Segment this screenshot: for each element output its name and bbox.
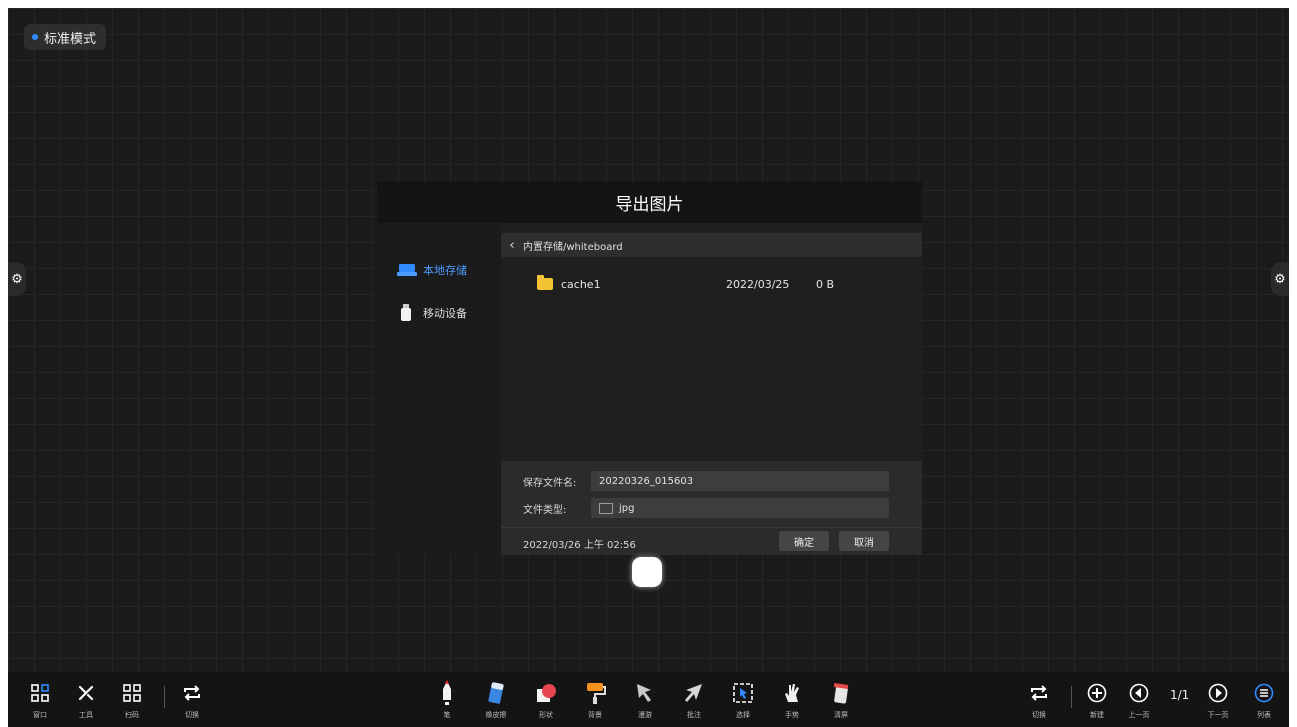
toolbar-label: 选择 [736,711,750,719]
switch-button-left[interactable]: 切换 [172,680,212,720]
toolbar-label: 切换 [1032,711,1046,719]
toolbar-label: 新建 [1090,711,1104,719]
floating-menu-button[interactable] [632,557,662,587]
toolbar-label: 手势 [785,711,799,719]
roam-button[interactable]: 漫游 [625,680,665,720]
toolbar-label: 上一页 [1128,711,1150,719]
file-size: 0 B [816,277,835,291]
switch-icon [182,680,202,706]
annotate-arrow-icon [684,680,704,706]
select-icon [732,680,754,706]
filetype-select[interactable]: jpg [591,498,889,518]
gesture-button[interactable]: 手势 [772,680,812,720]
usb-icon [401,304,411,321]
toolbar-label: 工具 [79,711,93,719]
next-page-icon [1208,680,1228,706]
location-mobile-device[interactable]: 移动设备 [397,302,467,324]
drive-icon [397,264,417,276]
save-options-panel: 保存文件名: 20220326_015603 文件类型: jpg 2022/03… [501,461,922,555]
gear-icon: ⚙ [11,271,23,287]
toolbar-label: 清屏 [834,711,848,719]
annotate-button[interactable]: 批注 [674,680,714,720]
left-side-menu-button[interactable]: ⚙ [8,262,26,296]
paint-roller-icon [584,680,606,706]
filetype-row: 文件类型: jpg [523,498,889,518]
location-label: 移动设备 [423,307,467,320]
file-date: 2022/03/25 [726,277,790,291]
background-button[interactable]: 背景 [575,680,615,720]
toolbar-label: 漫游 [638,711,652,719]
filetype-label: 文件类型: [523,504,567,516]
new-page-button[interactable]: 新建 [1077,680,1117,720]
pen-icon [440,680,454,706]
windows-button[interactable]: 窗口 [20,680,60,720]
toolbar-label: 窗口 [33,711,47,719]
cancel-button[interactable]: 取消 [839,531,889,551]
path-text: 内置存储/whiteboard [523,241,623,253]
windows-grid-icon [31,680,49,706]
gear-icon: ⚙ [1274,271,1286,287]
toolbar-label: 背景 [588,711,602,719]
right-side-menu-button[interactable]: ⚙ [1271,262,1289,296]
eraser-icon [486,680,506,706]
filename-value: 20220326_015603 [599,475,694,487]
list-icon [1254,680,1274,706]
switch-button-right[interactable]: 切换 [1019,680,1059,720]
toolbar-label: 笔 [443,711,451,719]
confirm-button[interactable]: 确定 [779,531,829,551]
toolbar-label: 批注 [687,711,701,719]
prev-page-icon [1129,680,1149,706]
divider [501,527,922,528]
toolbar-label: 下一页 [1207,711,1229,719]
toolbar-divider [1071,686,1072,708]
mode-dot [32,34,38,40]
shape-icon [535,680,557,706]
back-chevron-icon[interactable]: ‹ [501,238,523,253]
dialog-timestamp: 2022/03/26 上午 02:56 [523,540,636,551]
whiteboard-canvas[interactable]: 标准模式 ⚙ ⚙ 导出图片 本地存储 移动设备 ‹ 内置存储/whiteboar… [8,8,1289,727]
add-page-icon [1087,680,1107,706]
clear-button[interactable]: 清屏 [821,680,861,720]
toolbar-divider [164,686,165,708]
qrcode-icon [123,680,141,706]
prev-page-button[interactable]: 上一页 [1119,680,1159,720]
bottom-toolbar: 窗口 工具 扫码 切换 笔 橡皮擦 形状 背景 漫游 批注 选择 手势 清屏 切… [8,672,1289,727]
filetype-value: jpg [619,502,635,514]
file-list-item[interactable]: cache1 2022/03/25 0 B [537,274,877,294]
file-name: cache1 [561,277,601,291]
page-indicator: 1/1 [1170,688,1190,702]
pen-button[interactable]: 笔 [427,680,467,720]
toolbar-label: 切换 [185,711,199,719]
tools-button[interactable]: 工具 [66,680,106,720]
roam-cursor-icon [635,680,655,706]
eraser-button[interactable]: 橡皮擦 [476,680,516,720]
hand-icon [782,680,802,706]
location-local-storage[interactable]: 本地存储 [397,259,467,281]
location-label: 本地存储 [423,264,467,277]
page-list-button[interactable]: 列表 [1244,680,1284,720]
tools-icon [77,680,95,706]
folder-icon [537,275,553,290]
toolbar-label: 扫码 [125,711,139,719]
qrcode-button[interactable]: 扫码 [112,680,152,720]
image-icon [599,502,613,514]
path-bar: ‹ 内置存储/whiteboard [501,233,922,257]
mode-label: 标准模式 [44,31,97,47]
dialog-title: 导出图片 [377,181,922,223]
mode-badge[interactable]: 标准模式 [24,24,107,50]
toolbar-label: 列表 [1257,711,1271,719]
shape-button[interactable]: 形状 [526,680,566,720]
switch-icon [1029,680,1049,706]
next-page-button[interactable]: 下一页 [1198,680,1238,720]
export-image-dialog: 导出图片 本地存储 移动设备 ‹ 内置存储/whiteboard cache1 … [377,181,922,555]
filename-row: 保存文件名: 20220326_015603 [523,471,889,491]
filename-label: 保存文件名: [523,477,577,489]
clear-icon [831,680,851,706]
filename-input[interactable]: 20220326_015603 [591,471,889,491]
select-button[interactable]: 选择 [723,680,763,720]
toolbar-label: 形状 [539,711,553,719]
toolbar-label: 橡皮擦 [485,711,507,719]
